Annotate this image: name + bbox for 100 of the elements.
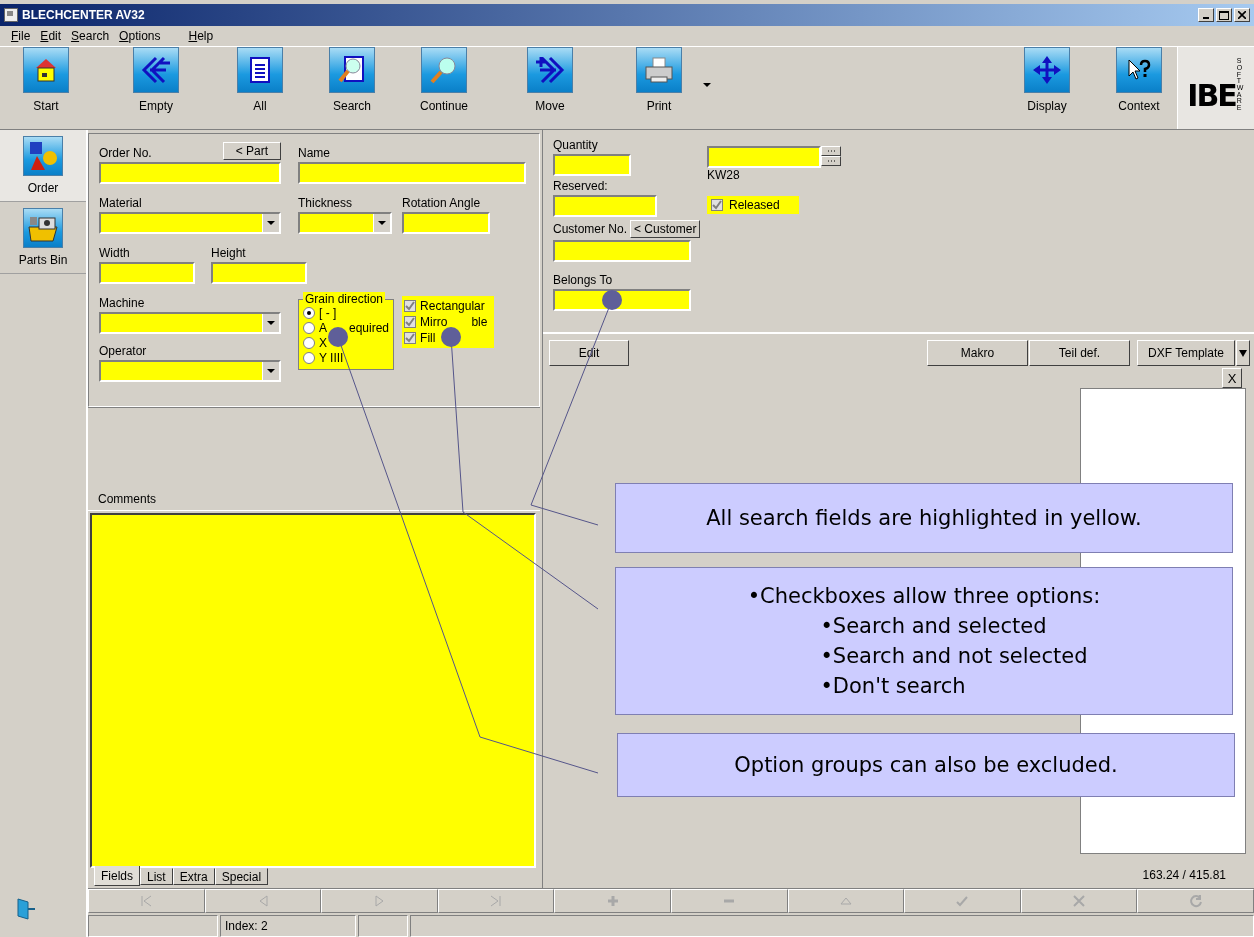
dropdown-arrow-icon (1238, 347, 1248, 358)
field-label: Order No. (99, 146, 152, 160)
released-checkbox[interactable]: Released (707, 196, 799, 214)
close-icon (1238, 11, 1246, 19)
input-field[interactable] (402, 212, 490, 234)
cross-icon (1072, 894, 1087, 908)
toolbar-button[interactable]: Display (1009, 47, 1085, 117)
toolbar-button[interactable]: Teil def. (1029, 340, 1130, 366)
spin-button[interactable] (821, 146, 841, 156)
status-cell (358, 915, 408, 937)
tab[interactable]: List (140, 868, 173, 885)
field-label: Rotation Angle (402, 196, 481, 210)
field-label: Belongs To (553, 273, 614, 287)
pointer-dot (602, 290, 622, 310)
callout-text: •Checkboxes allow three options: (747, 583, 1101, 610)
menu-item[interactable]: Options (118, 29, 162, 43)
coordinates-text: 163.24 / 415.81 (1142, 868, 1226, 882)
input-field[interactable] (99, 162, 281, 184)
date-field[interactable] (707, 146, 821, 168)
template-button[interactable]: DXF Template (1137, 340, 1235, 366)
dots-icon (827, 149, 835, 153)
check-icon (405, 301, 416, 311)
menu-item[interactable]: Edit (39, 29, 63, 43)
radio-option[interactable]: A equired (303, 321, 390, 335)
toolbar-button[interactable]: Makro (927, 340, 1028, 366)
input-field[interactable] (553, 195, 657, 217)
edit-button[interactable]: Edit (549, 340, 629, 366)
dropdown-field[interactable] (298, 212, 392, 234)
field-label: Comments (98, 492, 156, 506)
callout-item: •Don't search (820, 673, 966, 700)
menu-item[interactable]: File (10, 29, 32, 43)
input-field[interactable] (298, 162, 526, 184)
dropdown-field[interactable] (99, 212, 281, 234)
toolbar-button[interactable]: Start (0, 47, 92, 117)
checkbox-option[interactable]: Fill (404, 331, 495, 345)
lookup-button[interactable]: < Part (222, 142, 281, 160)
toolbar-button[interactable]: Continue (404, 47, 484, 117)
menu-item[interactable]: Search (70, 29, 111, 43)
close-button[interactable]: X (1222, 368, 1242, 388)
field-label: Material (99, 196, 142, 210)
tab[interactable]: Special (214, 868, 269, 885)
input-field[interactable] (553, 289, 691, 311)
caret-icon[interactable] (702, 82, 712, 88)
search-icon (337, 55, 367, 85)
forward-arrow-icon (534, 55, 566, 85)
menu-item[interactable]: Help (187, 29, 215, 43)
app-icon (4, 8, 18, 22)
dropdown-field[interactable] (99, 360, 281, 382)
toolbar-button[interactable]: Search (316, 47, 388, 117)
radio-option[interactable]: X (303, 336, 390, 350)
pointer-dot (441, 327, 461, 347)
close-button[interactable] (1234, 8, 1250, 22)
printer-icon (643, 56, 675, 84)
radio-option[interactable]: Y IIII (303, 351, 390, 365)
check-icon (405, 317, 416, 327)
lookup-button[interactable]: < Customer (630, 220, 701, 238)
input-field[interactable] (99, 262, 195, 284)
input-field[interactable] (553, 240, 691, 262)
toolbar-button[interactable]: Move (500, 47, 600, 117)
field-label: Thickness (298, 196, 353, 210)
document-icon (249, 56, 271, 84)
group-title: Grain direction (303, 292, 386, 306)
sidebar-item[interactable]: Order (0, 130, 86, 202)
maximize-icon (1219, 10, 1229, 20)
maximize-button[interactable] (1216, 8, 1232, 22)
callout-item: •Search and selected (820, 613, 1047, 640)
back-arrow-icon (140, 55, 172, 85)
toolbar-button[interactable]: All (220, 47, 300, 117)
last-record-icon (489, 894, 504, 908)
toolbar-button[interactable]: Empty (108, 47, 204, 117)
tab[interactable]: Fields (94, 866, 140, 886)
radio-option[interactable]: [ - ] (303, 306, 390, 320)
checkbox-option[interactable]: Mirro ble (404, 315, 495, 329)
input-field[interactable] (211, 262, 307, 284)
input-field[interactable] (553, 154, 631, 176)
exit-door-icon[interactable] (14, 897, 36, 921)
tab[interactable]: Extra (172, 868, 215, 885)
callout-text: Option groups can also be excluded. (734, 752, 1118, 779)
spin-button[interactable] (821, 156, 841, 166)
field-label: Reserved: (553, 179, 609, 193)
checkbox-option[interactable]: Rectangular (404, 299, 495, 313)
refresh-icon (1188, 894, 1203, 908)
first-record-icon (139, 894, 154, 908)
check-icon (405, 333, 416, 343)
plus-icon (605, 894, 620, 908)
field-label: Operator (99, 344, 147, 358)
dropdown-button[interactable] (1236, 340, 1250, 366)
help-cursor-icon (1126, 58, 1152, 82)
move-arrows-icon (1032, 55, 1062, 85)
week-text: KW28 (707, 170, 741, 180)
minimize-button[interactable] (1198, 8, 1214, 22)
house-icon (34, 57, 58, 83)
shapes-icon (27, 140, 59, 172)
status-cell: Index: 2 (220, 915, 356, 937)
toolbar-button[interactable]: Context (1101, 47, 1177, 117)
dots-icon (827, 159, 835, 163)
toolbar-button[interactable]: Print (616, 47, 702, 117)
comments-field[interactable] (90, 513, 536, 868)
field-label: Machine (99, 296, 145, 310)
dropdown-field[interactable] (99, 312, 281, 334)
